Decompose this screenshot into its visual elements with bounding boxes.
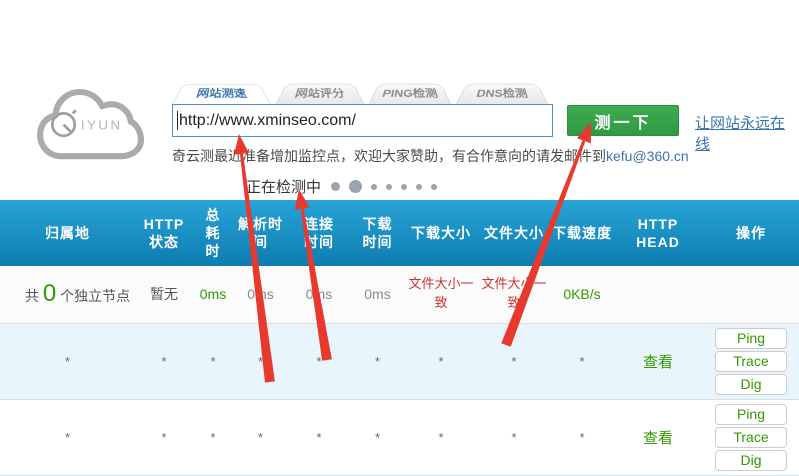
cell-download-speed: *	[551, 323, 613, 399]
cell-file-size: *	[477, 399, 551, 475]
trace-button[interactable]: Trace	[715, 351, 787, 372]
col-header-total-time: 总 耗 时	[193, 200, 233, 266]
cell-location: *	[0, 323, 135, 399]
cell-resolve-time: *	[233, 323, 288, 399]
col-header-resolve-time: 解析时 间	[233, 200, 288, 266]
col-header-location: 归属地	[0, 200, 135, 266]
cell-connect-time: *	[288, 399, 350, 475]
col-header-http-status: HTTP 状态	[135, 200, 193, 266]
table-row: * * * * * * * * * 查看 Ping Trace Dig	[0, 399, 799, 475]
summary-http-head	[613, 266, 703, 323]
summary-download-time: 0ms	[350, 266, 405, 323]
tab-dns-check[interactable]: DNS检测	[456, 84, 548, 104]
cell-resolve-time: *	[233, 399, 288, 475]
col-header-connect-time: 连接 时间	[288, 200, 350, 266]
qiyun-cloud-logo: IYUN	[33, 76, 145, 164]
summary-download-size: 文件大小一致	[405, 266, 477, 323]
tab-label: DNS检测	[474, 86, 530, 101]
cell-file-size: *	[477, 323, 551, 399]
tab-bar: 网站测速 网站评分 PING检测 DNS检测	[172, 76, 548, 104]
text-caret	[177, 111, 178, 130]
table-row: * * * * * * * * * 查看 Ping Trace Dig	[0, 323, 799, 399]
progress-dot	[349, 180, 362, 193]
cell-location: *	[0, 399, 135, 475]
dig-button[interactable]: Dig	[715, 374, 787, 395]
col-header-file-size: 文件大小	[477, 200, 551, 266]
notice-text: 奇云测最近准备增加监控点，欢迎大家赞助，有合作意向的请发邮件到kefu@360.…	[172, 146, 689, 166]
col-header-download-size: 下载大小	[405, 200, 477, 266]
summary-resolve-time: 0ms	[233, 266, 288, 323]
cell-http-status: *	[135, 399, 193, 475]
summary-http-status: 暂无	[135, 266, 193, 323]
progress-dot	[401, 184, 407, 190]
checking-status-label: 正在检测中	[246, 176, 321, 197]
progress-dot	[371, 184, 377, 190]
view-http-head-link[interactable]: 查看	[643, 430, 673, 447]
col-header-http-head: HTTP HEAD	[613, 200, 703, 266]
cell-download-speed: *	[551, 399, 613, 475]
dig-button[interactable]: Dig	[715, 450, 787, 471]
summary-connect-time: 0ms	[288, 266, 350, 323]
progress-dot	[386, 184, 392, 190]
progress-dot	[331, 182, 340, 191]
keep-website-online-link[interactable]: 让网站永远在线	[695, 112, 799, 154]
table-header-row: 归属地 HTTP 状态 总 耗 时 解析时 间 连接 时间 下载 时间 下载大小…	[0, 200, 799, 266]
checking-status: 正在检测中	[246, 176, 437, 197]
summary-operations	[703, 266, 799, 323]
col-header-operations: 操作	[703, 200, 799, 266]
summary-total-time: 0ms	[193, 266, 233, 323]
trace-button[interactable]: Trace	[715, 427, 787, 448]
tab-website-speed[interactable]: 网站测速	[172, 84, 271, 104]
tab-ping-check[interactable]: PING检测	[369, 84, 451, 104]
url-input[interactable]	[172, 104, 553, 137]
node-count-suffix: 个独立节点	[56, 288, 130, 304]
tab-label: 网站评分	[293, 86, 347, 101]
summary-file-size: 文件大小一致	[477, 266, 551, 323]
progress-dot	[416, 184, 422, 190]
progress-dot	[431, 184, 437, 190]
cell-download-size: *	[405, 399, 477, 475]
ping-button[interactable]: Ping	[715, 328, 787, 349]
node-count-cell: 共 0 个独立节点	[0, 266, 135, 323]
cell-download-size: *	[405, 323, 477, 399]
cell-download-time: *	[350, 323, 405, 399]
cell-total-time: *	[193, 323, 233, 399]
ping-button[interactable]: Ping	[715, 404, 787, 425]
progress-dots	[331, 180, 437, 193]
logo-text: IYUN	[81, 118, 123, 133]
cell-download-time: *	[350, 399, 405, 475]
page: IYUN 网站测速 网站评分 PING检测 DNS检测 测一下 让网站永远在线 …	[0, 0, 799, 476]
summary-speed: 0KB/s	[551, 266, 613, 323]
node-count-prefix: 共	[25, 288, 43, 304]
contact-email-link[interactable]: kefu@360.cn	[606, 148, 689, 164]
cell-http-status: *	[135, 323, 193, 399]
view-http-head-link[interactable]: 查看	[643, 354, 673, 371]
tab-label: PING检测	[380, 86, 440, 101]
tab-label: 网站测速	[194, 86, 248, 101]
cell-total-time: *	[193, 399, 233, 475]
notice-message: 奇云测最近准备增加监控点，欢迎大家赞助，有合作意向的请发邮件到	[172, 148, 606, 164]
summary-row: 共 0 个独立节点 暂无 0ms 0ms 0ms 0ms 文件大小一致 文件大小…	[0, 266, 799, 323]
tab-website-score[interactable]: 网站评分	[276, 84, 364, 104]
col-header-download-time: 下载 时间	[350, 200, 405, 266]
cell-connect-time: *	[288, 323, 350, 399]
node-count-value: 0	[43, 280, 56, 307]
results-table: 归属地 HTTP 状态 总 耗 时 解析时 间 连接 时间 下载 时间 下载大小…	[0, 200, 799, 476]
col-header-download-speed: 下载速度	[551, 200, 613, 266]
test-button[interactable]: 测一下	[567, 105, 679, 136]
